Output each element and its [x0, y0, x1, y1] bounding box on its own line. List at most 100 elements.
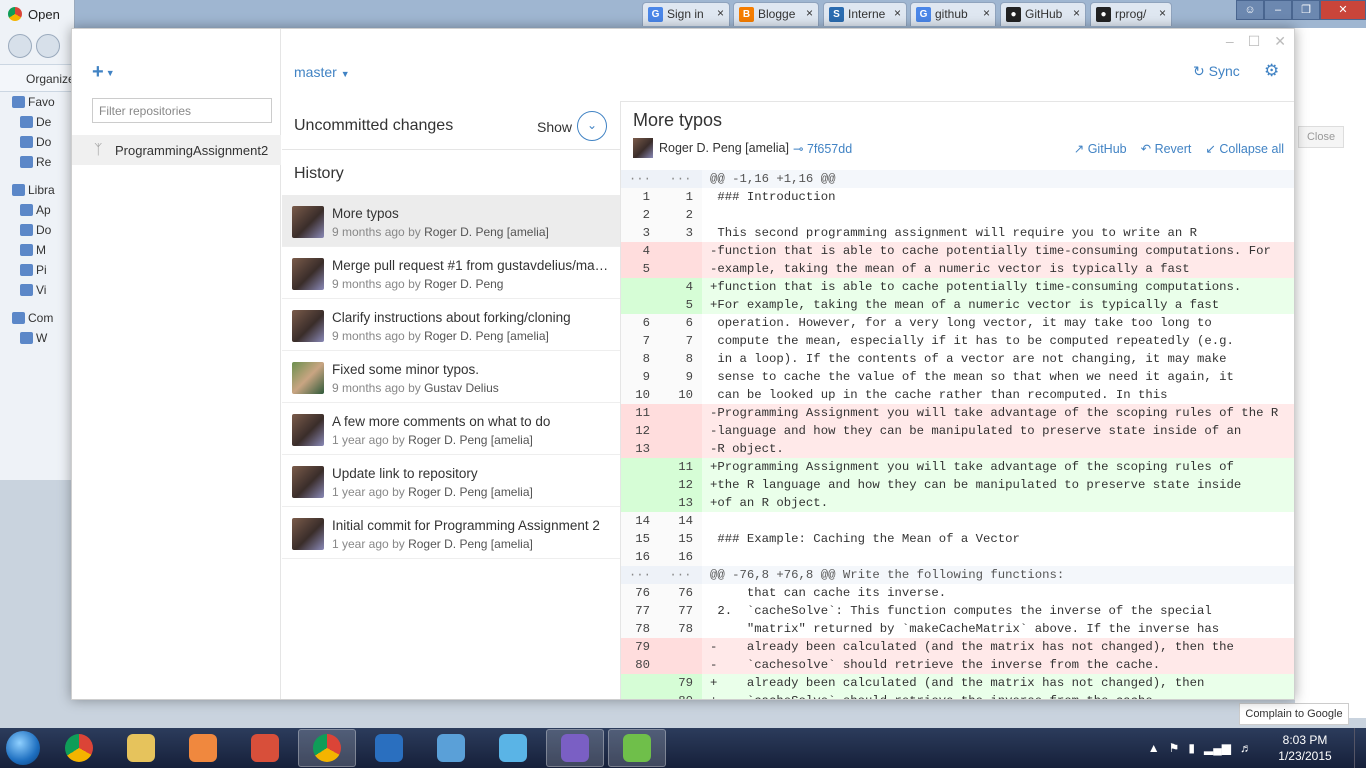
diff-line: 5 -example, taking the mean of a numeric …: [621, 260, 1294, 278]
chevron-up-icon[interactable]: ▲: [1148, 741, 1160, 755]
browser-tab[interactable]: S Interne ×: [823, 2, 907, 26]
close-icon[interactable]: ×: [894, 6, 901, 20]
avatar: [292, 258, 324, 290]
browser-tab[interactable]: ● GitHub ×: [1000, 2, 1086, 26]
collapse-all-button[interactable]: ↙ Collapse all: [1205, 141, 1284, 156]
nav-tree-item[interactable]: Re: [0, 152, 74, 172]
nav-tree-item[interactable]: M: [0, 240, 74, 260]
revert-button[interactable]: ↶ Revert: [1141, 141, 1192, 156]
commit-item[interactable]: A few more comments on what to do 1 year …: [282, 403, 620, 455]
back-icon[interactable]: [8, 34, 32, 58]
nav-tree-item[interactable]: Favo: [0, 92, 74, 112]
old-line-number: 7: [621, 332, 659, 350]
windows-logo-icon: [6, 731, 40, 765]
explorer-taskbar-button[interactable]: [112, 729, 170, 767]
sync-button[interactable]: ↻ Sync: [1193, 63, 1240, 80]
apps-grid-taskbar-button[interactable]: [236, 729, 294, 767]
nav-tree-item[interactable]: Vi: [0, 280, 74, 300]
github-taskbar-button[interactable]: [546, 729, 604, 767]
branch-selector[interactable]: master ▼: [294, 64, 350, 80]
commit-item[interactable]: Fixed some minor typos. 9 months ago by G…: [282, 351, 620, 403]
close-icon[interactable]: ×: [806, 6, 813, 20]
commit-sha-link[interactable]: ⊸ 7f657dd: [793, 141, 852, 156]
close-icon[interactable]: ×: [717, 6, 724, 20]
nav-tree-item[interactable]: De: [0, 112, 74, 132]
r-console-taskbar-button[interactable]: [360, 729, 418, 767]
battery-icon[interactable]: ▮: [1188, 741, 1195, 755]
nav-tree-item[interactable]: W: [0, 328, 74, 348]
diff-line: 5 +For example, taking the mean of a nume…: [621, 296, 1294, 314]
complain-to-google-button[interactable]: Complain to Google: [1239, 703, 1349, 725]
user-icon[interactable]: ☺: [1236, 0, 1264, 20]
view-on-github-button[interactable]: ↗ GitHub: [1074, 141, 1127, 156]
browser-tab[interactable]: B Blogge ×: [733, 2, 819, 26]
chrome-active-taskbar-button[interactable]: [298, 729, 356, 767]
old-line-number: [621, 674, 659, 692]
old-line-number: 9: [621, 368, 659, 386]
diff-line-content: [702, 512, 1294, 530]
show-desktop-button[interactable]: [1354, 728, 1366, 768]
diff-line-content: in a loop). If the contents of a vector …: [710, 352, 1227, 366]
diff-line-content: ### Introduction: [710, 190, 836, 204]
chevron-down-icon[interactable]: ⌄: [577, 111, 607, 141]
notepad-taskbar-button[interactable]: [608, 729, 666, 767]
app-window-controls: – ☐ ✕: [1226, 33, 1286, 50]
close-icon[interactable]: ×: [1159, 6, 1166, 20]
minimize-icon[interactable]: –: [1264, 0, 1292, 20]
open-dialog: Open Organize Favo De Do Re Libra Ap Do M Pi Vi Co…: [0, 0, 75, 480]
commit-meta: 9 months ago by Gustav Delius: [332, 381, 499, 395]
commit-message: Initial commit for Programming Assignmen…: [332, 518, 600, 533]
nav-tree-item[interactable]: Do: [0, 132, 74, 152]
new-line-number: 76: [659, 584, 702, 602]
background-close-button[interactable]: Close: [1298, 126, 1344, 148]
minimize-icon[interactable]: –: [1226, 33, 1234, 50]
clock-date: 1/23/2015: [1278, 749, 1332, 763]
new-line-number: [659, 440, 702, 458]
signal-icon[interactable]: ▂▄▆: [1204, 741, 1231, 755]
paint-taskbar-button[interactable]: [484, 729, 542, 767]
commit-item[interactable]: More typos 9 months ago by Roger D. Peng …: [282, 195, 620, 247]
commit-item[interactable]: Initial commit for Programming Assignmen…: [282, 507, 620, 559]
nav-tree-item[interactable]: Do: [0, 220, 74, 240]
show-label: Show: [537, 119, 573, 135]
browser-tab[interactable]: ● rprog/ ×: [1090, 2, 1172, 26]
network-taskbar-button[interactable]: [422, 729, 480, 767]
nav-tree-item[interactable]: Libra: [0, 180, 74, 200]
add-repository-button[interactable]: + ▼: [92, 61, 115, 84]
repository-name: ProgrammingAssignment2: [115, 143, 269, 158]
close-icon[interactable]: ×: [983, 6, 990, 20]
browser-tab[interactable]: Ggithub ×: [910, 2, 996, 26]
repository-item[interactable]: ᛉ ProgrammingAssignment2: [72, 135, 281, 165]
old-line-number: [621, 458, 659, 476]
diff-line-content: can be looked up in the cache rather tha…: [710, 388, 1168, 402]
nav-tree-item[interactable]: Com: [0, 308, 74, 328]
media-player-taskbar-button[interactable]: [174, 729, 232, 767]
close-icon[interactable]: ✕: [1320, 0, 1366, 20]
chrome-taskbar-button[interactable]: [50, 729, 108, 767]
commit-item[interactable]: Merge pull request #1 from gustavdelius/…: [282, 247, 620, 299]
nav-tree-item[interactable]: Pi: [0, 260, 74, 280]
flag-icon[interactable]: ⚑: [1169, 741, 1180, 755]
maximize-icon[interactable]: ❐: [1292, 0, 1320, 20]
gear-icon[interactable]: ⚙: [1264, 61, 1279, 81]
commit-item[interactable]: Update link to repository 1 year ago by R…: [282, 455, 620, 507]
favicon-icon: ●: [1006, 7, 1021, 22]
maximize-icon[interactable]: ☐: [1248, 33, 1261, 50]
browser-tab[interactable]: G Sign in ×: [642, 2, 730, 26]
new-line-number: 6: [659, 314, 702, 332]
commit-author: Roger D. Peng: [424, 277, 504, 291]
close-icon[interactable]: ×: [1073, 6, 1080, 20]
new-line-number: 16: [659, 548, 702, 566]
start-button[interactable]: [0, 728, 46, 768]
commit-by: by: [408, 225, 421, 239]
forward-icon[interactable]: [36, 34, 60, 58]
organize-button[interactable]: Organize: [0, 64, 75, 92]
avatar: [292, 362, 324, 394]
clock[interactable]: 8:03 PM 1/23/2015: [1270, 732, 1340, 764]
volume-icon[interactable]: ♬: [1240, 741, 1252, 755]
commit-item[interactable]: Clarify instructions about forking/cloni…: [282, 299, 620, 351]
close-icon[interactable]: ✕: [1274, 33, 1286, 50]
diff-line-content: +of an R object.: [710, 496, 829, 510]
nav-tree-item[interactable]: Ap: [0, 200, 74, 220]
filter-repositories-input[interactable]: [92, 98, 272, 123]
